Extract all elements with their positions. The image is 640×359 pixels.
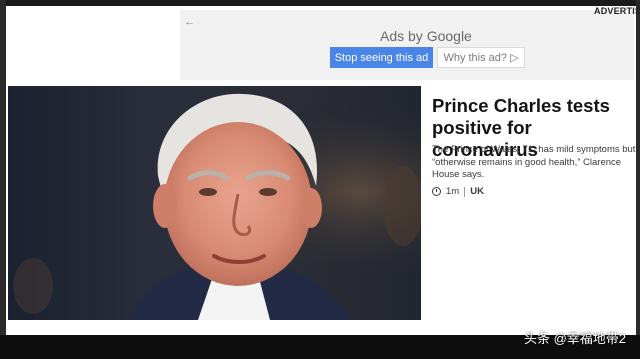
top-dark-edge: [0, 0, 640, 6]
clock-icon: [432, 187, 441, 196]
portrait-illustration: [8, 86, 421, 320]
stop-seeing-ad-button[interactable]: Stop seeing this ad: [330, 47, 433, 68]
article-photo[interactable]: [8, 86, 421, 320]
advertisement-label: ADVERTIS: [594, 6, 640, 16]
why-this-ad-button[interactable]: Why this ad? ▷: [437, 47, 525, 68]
back-arrow-icon[interactable]: ←: [184, 16, 195, 28]
ads-by-google-label: Ads by Google: [380, 28, 472, 44]
watermark: 头条 @幸福地带2: [523, 331, 626, 346]
left-dark-edge: [0, 0, 6, 359]
ad-panel: [180, 10, 634, 80]
article-tag[interactable]: UK: [470, 186, 484, 197]
article-time: 1m: [446, 186, 460, 197]
article-meta: 1m UK: [432, 186, 484, 197]
meta-divider: [464, 186, 466, 197]
article-summary: The Prince of Wales, 71, has mild sympto…: [432, 144, 636, 180]
